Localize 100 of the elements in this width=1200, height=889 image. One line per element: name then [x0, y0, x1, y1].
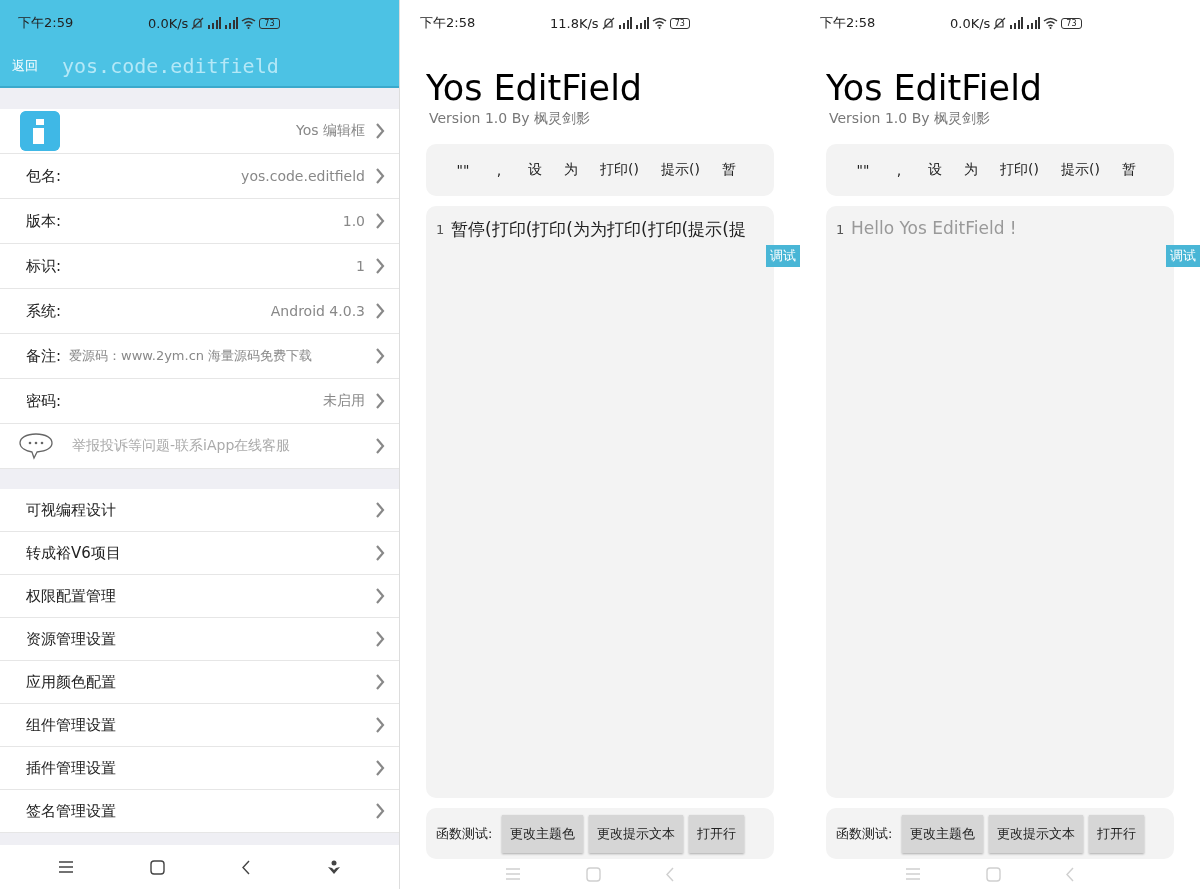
menu-item[interactable]: 应用颜色配置 — [0, 661, 399, 704]
menu-label: 权限配置管理 — [26, 586, 116, 606]
signal-icon — [617, 17, 632, 29]
chevron-icon — [375, 588, 385, 604]
menu-label: 组件管理设置 — [26, 715, 116, 735]
info-row[interactable]: 包名: yos.code.editfield — [0, 154, 399, 199]
row-value: Android 4.0.3 — [270, 303, 365, 319]
wifi-icon — [241, 17, 257, 29]
signal-icon — [634, 17, 649, 29]
row-label: 标识: — [26, 256, 62, 276]
function-button[interactable]: 更改提示文本 — [989, 814, 1084, 853]
battery-indicator: 73 — [1061, 17, 1082, 29]
chevron-icon — [375, 545, 385, 561]
row-value: yos.code.editfield — [241, 168, 365, 184]
function-button[interactable]: 打开行 — [689, 814, 745, 853]
app-name: Yos 编辑框 — [296, 122, 365, 140]
contact-text: 举报投诉等问题-联系iApp在线客服 — [72, 437, 291, 455]
menu-item[interactable]: 组件管理设置 — [0, 704, 399, 747]
info-row[interactable]: 标识: 1 — [0, 244, 399, 289]
menu-item[interactable]: 可视编程设计 — [0, 489, 399, 532]
app-subtitle: Version 1.0 By 枫灵剑影 — [829, 110, 991, 128]
menu-item[interactable]: 资源管理设置 — [0, 618, 399, 661]
symbol-key[interactable]: 暂 — [1113, 161, 1144, 179]
menu-item[interactable]: 权限配置管理 — [0, 575, 399, 618]
network-speed: 0.0K/s — [148, 15, 189, 31]
signal-icon — [224, 17, 239, 29]
signal-icon — [1009, 17, 1024, 29]
chevron-icon — [375, 502, 385, 518]
row-label: 包名: — [26, 166, 62, 186]
app-subtitle: Version 1.0 By 枫灵剑影 — [429, 110, 591, 128]
symbol-key[interactable]: 提示() — [652, 161, 708, 179]
row-label: 版本: — [26, 211, 62, 231]
back-icon[interactable] — [241, 859, 251, 875]
symbol-key[interactable]: 提示() — [1052, 161, 1108, 179]
status-time: 下午2:59 — [18, 14, 75, 32]
menu-label: 插件管理设置 — [26, 758, 116, 778]
row-label: 系统: — [26, 301, 62, 321]
menu-label: 可视编程设计 — [26, 500, 116, 520]
chevron-icon — [375, 674, 385, 690]
line-number: 1 — [436, 222, 445, 237]
menu-label: 资源管理设置 — [26, 629, 116, 649]
chevron-icon — [375, 258, 385, 274]
symbol-key[interactable]: 设 — [920, 161, 950, 179]
row-value: 未启用 — [323, 392, 365, 410]
signal-icon — [1026, 17, 1041, 29]
battery-indicator: 73 — [259, 17, 280, 29]
function-button[interactable]: 更改主题色 — [502, 814, 584, 853]
menu-item[interactable]: 插件管理设置 — [0, 747, 399, 790]
chevron-icon — [375, 717, 385, 733]
chevron-icon — [375, 303, 385, 319]
network-speed: 11.8K/s — [550, 15, 599, 31]
symbol-key[interactable]: 打印() — [992, 161, 1047, 179]
row-label: 密码: — [26, 391, 62, 411]
menu-label: 转成裕V6项目 — [26, 543, 121, 563]
chevron-icon — [375, 393, 385, 409]
symbol-key[interactable]: 打印() — [592, 161, 647, 179]
wifi-icon — [651, 17, 667, 29]
menu-label: 签名管理设置 — [26, 801, 116, 821]
function-label: 函数测试: — [836, 824, 893, 843]
info-row[interactable]: 版本: 1.0 — [0, 199, 399, 244]
chevron-icon — [375, 438, 385, 454]
battery-indicator: 73 — [669, 17, 690, 29]
menu-item[interactable]: 签名管理设置 — [0, 790, 399, 833]
menu-icon[interactable] — [58, 860, 74, 874]
status-time: 下午2:58 — [820, 14, 877, 32]
chevron-icon — [375, 348, 385, 364]
signal-icon — [207, 17, 222, 29]
wifi-icon — [1043, 17, 1059, 29]
app-info-row[interactable]: Yos 编辑框 — [0, 109, 399, 154]
status-time: 下午2:58 — [420, 14, 477, 32]
symbol-key[interactable]: , — [884, 162, 914, 178]
symbol-key[interactable]: 为 — [956, 161, 986, 179]
note-row[interactable]: 备注: 爱源码：www.2ym.cn 海量源码免费下载 — [0, 334, 399, 379]
function-button[interactable]: 更改主题色 — [902, 814, 984, 853]
info-row[interactable]: 系统: Android 4.0.3 — [0, 289, 399, 334]
home-square-icon[interactable] — [150, 859, 165, 875]
symbol-key[interactable]: 为 — [556, 161, 586, 179]
note-text: 爱源码：www.2ym.cn 海量源码免费下载 — [69, 347, 313, 365]
chevron-icon — [375, 631, 385, 647]
row-value: 1.0 — [342, 213, 365, 229]
symbol-key[interactable]: 设 — [520, 161, 550, 179]
symbol-key[interactable]: "" — [848, 162, 878, 178]
info-row[interactable]: 密码: 未启用 — [0, 379, 399, 424]
row-label: 备注: — [26, 346, 62, 366]
chevron-icon — [375, 760, 385, 776]
function-button[interactable]: 更改提示文本 — [589, 814, 684, 853]
menu-item[interactable]: 转成裕V6项目 — [0, 532, 399, 575]
function-label: 函数测试: — [436, 824, 493, 843]
symbol-key[interactable]: , — [484, 162, 514, 178]
speech-bubble-icon — [18, 432, 54, 460]
chevron-icon — [375, 803, 385, 819]
symbol-key[interactable]: "" — [448, 162, 478, 178]
menu-label: 应用颜色配置 — [26, 672, 116, 692]
row-value: 1 — [356, 258, 365, 274]
chevron-icon — [375, 213, 385, 229]
symbol-key[interactable]: 暂 — [713, 161, 744, 179]
line-number: 1 — [836, 222, 845, 237]
chevron-icon — [375, 168, 385, 184]
function-button[interactable]: 打开行 — [1089, 814, 1145, 853]
app-title: Yos EditField — [426, 68, 644, 108]
